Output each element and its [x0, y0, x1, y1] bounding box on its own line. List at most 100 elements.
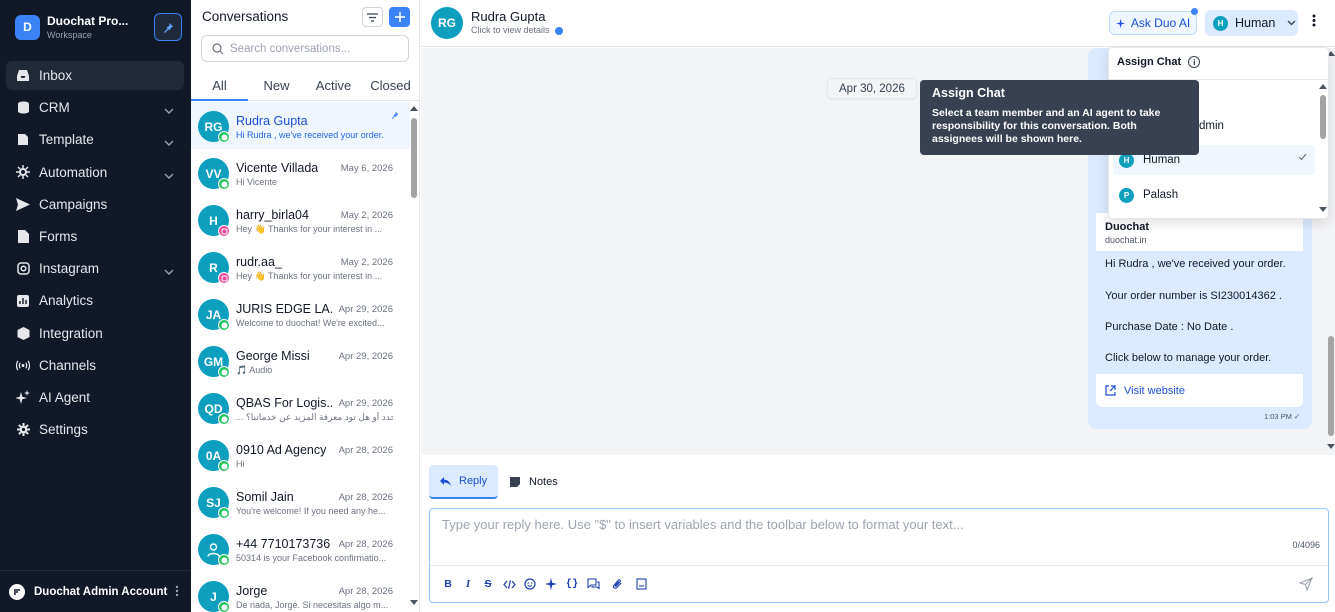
- search-input[interactable]: [230, 42, 400, 55]
- sidebar-item-label: Instagram: [39, 261, 100, 277]
- sidebar-item-label: Campaigns: [39, 196, 108, 212]
- pin-icon: [163, 22, 173, 33]
- sidebar: D Duochat Pro... Workspace Inbox CRM Templ…: [0, 0, 191, 612]
- assignee-dropdown[interactable]: H Human: [1205, 10, 1298, 36]
- message-line: Hi Rudra , we've received your order.: [1105, 258, 1286, 270]
- character-counter: 0/4096: [1292, 540, 1320, 550]
- sidebar-item-label: Integration: [39, 325, 103, 341]
- sidebar-item-crm[interactable]: CRM: [6, 93, 184, 122]
- conversation-item[interactable]: J Jorge Apr 28, 2026 De nada, Jorge. Si nec…: [191, 572, 410, 612]
- option-avatar: P: [1119, 187, 1134, 203]
- chat-header: RG Rudra Gupta Click to view details Ask…: [421, 0, 1335, 47]
- conversation-date: May 2, 2026: [340, 257, 393, 268]
- template-icon[interactable]: [634, 577, 648, 591]
- sidebar-item-inbox[interactable]: Inbox: [6, 61, 184, 90]
- scrollbar-thumb[interactable]: [1320, 95, 1326, 139]
- more-vertical-icon[interactable]: [175, 585, 179, 600]
- sidebar-item-instagram[interactable]: Instagram: [6, 254, 184, 283]
- conversation-preview: Hi Vicente: [236, 177, 277, 187]
- scrollbar-thumb[interactable]: [1328, 336, 1334, 436]
- external-link-icon: [1105, 385, 1116, 396]
- contact-details-link[interactable]: Click to view details: [471, 25, 563, 35]
- emoji-icon[interactable]: [523, 577, 537, 591]
- attachment-icon[interactable]: [610, 577, 624, 591]
- conversation-item[interactable]: 0A 0910 Ad Agency Apr 28, 2026 Hi: [191, 431, 410, 478]
- conversation-date: Apr 28, 2026: [338, 445, 393, 456]
- conversation-item[interactable]: +44 7710173736 Apr 28, 2026 50314 is your …: [191, 525, 410, 572]
- conversation-name: Vicente Villada: [236, 161, 319, 175]
- pin-sidebar-button[interactable]: [154, 13, 182, 41]
- conversation-item[interactable]: VV Vicente Villada May 6, 2026 Hi Vicente: [191, 149, 410, 196]
- whatsapp-icon: [218, 554, 230, 566]
- conversation-preview: 50314 is your Facebook confirmatio...: [236, 553, 387, 563]
- conversation-item[interactable]: RG Rudra Gupta Hi Rudra , we've received y…: [191, 102, 410, 149]
- tab-new[interactable]: New: [248, 70, 305, 100]
- account-footer[interactable]: Duochat Admin Account: [0, 570, 191, 612]
- template-icon: [16, 133, 30, 147]
- conversation-item[interactable]: SJ Somil Jain Apr 28, 2026 You're welcome! …: [191, 478, 410, 525]
- automation-icon: [16, 165, 30, 180]
- ai-sparkle-icon[interactable]: [544, 577, 558, 591]
- tab-active[interactable]: Active: [305, 70, 362, 100]
- italic-icon[interactable]: I: [461, 577, 475, 591]
- conversation-date: Apr 28, 2026: [338, 586, 393, 597]
- tab-reply[interactable]: Reply: [429, 465, 499, 499]
- assign-option-palash[interactable]: P Palash: [1113, 180, 1315, 210]
- sidebar-item-label: Template: [39, 132, 94, 148]
- form-icon: [16, 229, 30, 243]
- dropdown-scrollbar[interactable]: [1319, 83, 1327, 218]
- contact-name[interactable]: Rudra Gupta: [471, 9, 545, 24]
- conversation-date: Apr 29, 2026: [338, 304, 393, 315]
- tooltip-body: Select a team member and an AI agent to …: [932, 107, 1161, 145]
- reply-input[interactable]: [442, 517, 1312, 557]
- conversation-name: JURIS EDGE LA...: [236, 302, 334, 316]
- sidebar-item-automation[interactable]: Automation: [6, 158, 184, 187]
- conversation-list: RG Rudra Gupta Hi Rudra , we've received y…: [191, 102, 410, 612]
- conversations-title: Conversations: [202, 9, 289, 24]
- visit-website-button[interactable]: Visit website: [1096, 374, 1303, 407]
- conversation-item[interactable]: Hharry_birla04 May 2, 2026 Hey 👋 Thanks fo…: [191, 196, 410, 243]
- conversation-preview: You're welcome! If you need any he...: [236, 506, 386, 516]
- whatsapp-icon: [218, 507, 230, 519]
- sidebar-item-label: AI Agent: [39, 389, 91, 405]
- bold-icon[interactable]: B: [441, 577, 455, 591]
- conversation-name: rudr.aa_: [236, 255, 282, 269]
- send-icon[interactable]: [1298, 576, 1314, 594]
- sidebar-item-channels[interactable]: Channels: [6, 351, 184, 380]
- new-conversation-button[interactable]: [389, 7, 410, 27]
- conversation-name: George Missi: [236, 349, 310, 363]
- conversation-item[interactable]: QDQBAS For Logis...Apr 29, 2026... في شي…: [191, 384, 410, 431]
- conversation-preview: Welcome to duochat! We're excited...: [236, 318, 385, 328]
- code-icon[interactable]: [502, 577, 516, 591]
- conversation-date: Apr 29, 2026: [338, 351, 393, 362]
- chat-panel: RG Rudra Gupta Click to view details Ask…: [421, 0, 1335, 612]
- quick-reply-icon[interactable]: [586, 577, 600, 591]
- sidebar-item-template[interactable]: Template: [6, 125, 184, 154]
- conversation-item[interactable]: GM George Missi Apr 29, 2026 🎵 Audio: [191, 337, 410, 384]
- search-box[interactable]: [201, 35, 409, 62]
- strikethrough-icon[interactable]: S: [481, 577, 495, 591]
- sidebar-item-integration[interactable]: Integration: [6, 319, 184, 348]
- contact-avatar[interactable]: RG: [431, 7, 463, 39]
- tab-closed[interactable]: Closed: [362, 70, 419, 100]
- sidebar-item-ai-agent[interactable]: AI Agent: [6, 383, 184, 412]
- sidebar-item-forms[interactable]: Forms: [6, 222, 184, 251]
- sidebar-item-label: Inbox: [39, 68, 73, 83]
- sidebar-item-campaigns[interactable]: Campaigns: [6, 190, 184, 219]
- sidebar-item-settings[interactable]: Settings: [6, 415, 184, 444]
- variables-icon[interactable]: {}: [565, 577, 579, 591]
- sidebar-item-analytics[interactable]: Analytics: [6, 286, 184, 315]
- conversation-preview: Hi Rudra , we've received your order.: [236, 130, 384, 140]
- filter-button[interactable]: [362, 7, 383, 27]
- ask-duo-ai-button[interactable]: Ask Duo AI: [1109, 11, 1197, 35]
- conversation-item[interactable]: Rrudr.aa_ May 2, 2026 Hey 👋 Thanks for you…: [191, 243, 410, 290]
- conversation-preview: Hey 👋 Thanks for your interest in ...: [236, 271, 383, 281]
- conversation-item[interactable]: JA JURIS EDGE LA... Apr 29, 2026 Welcome to…: [191, 290, 410, 337]
- scrollbar-thumb[interactable]: [411, 118, 417, 198]
- info-icon[interactable]: i: [1188, 56, 1201, 68]
- tab-notes[interactable]: Notes: [498, 465, 569, 499]
- conversation-name: +44 7710173736: [236, 537, 331, 551]
- conversation-scrollbar[interactable]: [409, 103, 419, 612]
- tab-all[interactable]: All: [191, 70, 248, 101]
- more-options-icon[interactable]: [1312, 14, 1316, 30]
